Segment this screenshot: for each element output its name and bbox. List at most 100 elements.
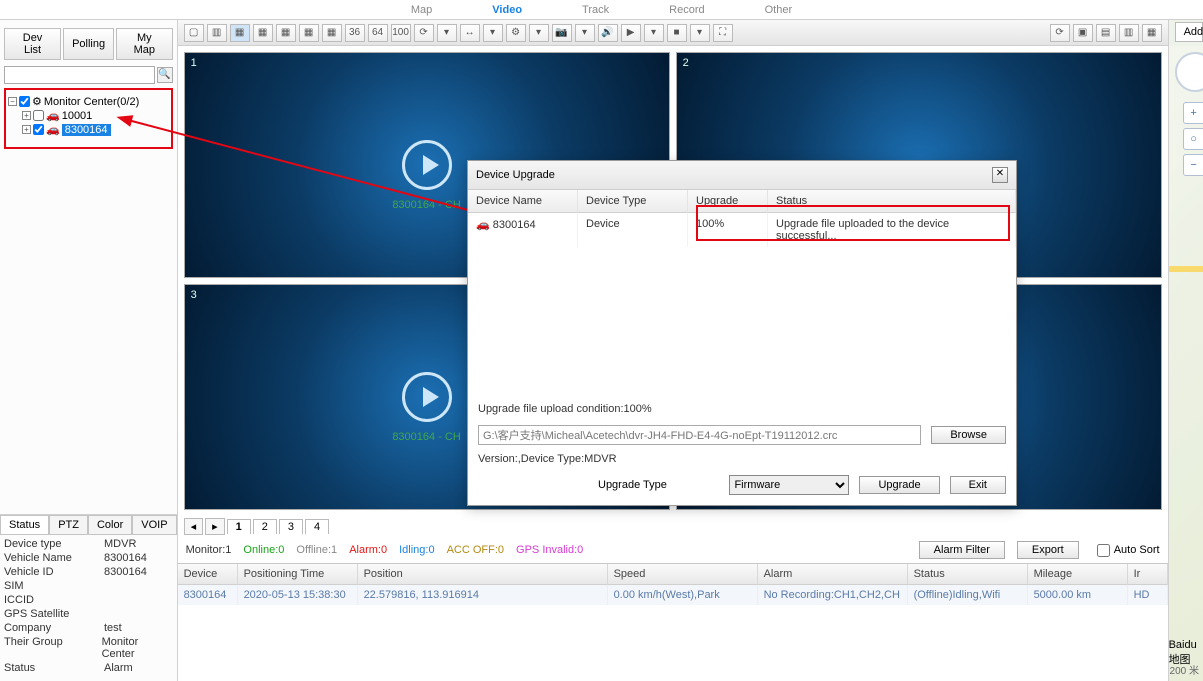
search-icon[interactable]: 🔍 bbox=[157, 67, 173, 83]
top-nav: Map Video Track Record Other bbox=[0, 0, 1203, 20]
layout-6-icon[interactable]: ▦ bbox=[253, 24, 273, 42]
collapse-icon[interactable]: − bbox=[8, 97, 17, 106]
col-alarm[interactable]: Alarm bbox=[758, 564, 908, 585]
dropdown-icon[interactable]: ▾ bbox=[483, 24, 503, 42]
tab-color[interactable]: Color bbox=[88, 515, 132, 534]
root-checkbox[interactable] bbox=[19, 96, 30, 107]
dropdown-icon[interactable]: ▾ bbox=[690, 24, 710, 42]
tool-d-icon[interactable]: ▥ bbox=[1119, 24, 1139, 42]
layout-36-icon[interactable]: 36 bbox=[345, 24, 365, 42]
table-row[interactable]: 8300164 2020-05-13 15:38:30 22.579816, 1… bbox=[178, 585, 1168, 605]
detail-key: Device type bbox=[4, 538, 104, 550]
dropdown-icon[interactable]: ▾ bbox=[437, 24, 457, 42]
address-box[interactable]: Address bbox=[1175, 22, 1203, 42]
layout-1-icon[interactable]: ▢ bbox=[184, 24, 204, 42]
viewtab-prev[interactable]: ◂ bbox=[184, 518, 204, 535]
upgrade-file-path[interactable] bbox=[478, 425, 921, 445]
zoom-reset-icon[interactable]: ○ bbox=[1183, 128, 1203, 150]
zoom-in-icon[interactable]: + bbox=[1183, 102, 1203, 124]
layout-4-icon[interactable]: ▦ bbox=[230, 24, 250, 42]
layout-8-icon[interactable]: ▦ bbox=[276, 24, 296, 42]
expand-icon[interactable]: + bbox=[22, 125, 31, 134]
upgrade-type-select[interactable]: Firmware bbox=[729, 475, 849, 495]
settings-icon[interactable]: ⚙ bbox=[506, 24, 526, 42]
device-search-input[interactable] bbox=[4, 66, 155, 84]
detail-val: MDVR bbox=[104, 538, 136, 550]
tree-root-label[interactable]: Monitor Center(0/2) bbox=[44, 96, 139, 108]
alarm-filter-button[interactable]: Alarm Filter bbox=[919, 541, 1005, 559]
autosort-checkbox[interactable] bbox=[1097, 544, 1110, 557]
tool-a-icon[interactable]: ⟳ bbox=[1050, 24, 1070, 42]
col-position[interactable]: Position bbox=[358, 564, 608, 585]
summary-accoff: ACC OFF:0 bbox=[447, 544, 504, 556]
detail-val: Alarm bbox=[104, 662, 133, 674]
tree-child-2[interactable]: 8300164 bbox=[62, 124, 111, 136]
expand-icon[interactable]: + bbox=[22, 111, 31, 120]
exit-button[interactable]: Exit bbox=[950, 476, 1006, 494]
nav-track[interactable]: Track bbox=[582, 4, 609, 16]
stretch-icon[interactable]: ↔ bbox=[460, 24, 480, 42]
col-status[interactable]: Status bbox=[908, 564, 1028, 585]
close-icon[interactable]: ✕ bbox=[992, 167, 1008, 183]
stop-icon[interactable]: ■ bbox=[667, 24, 687, 42]
play-icon[interactable]: ▶ bbox=[621, 24, 641, 42]
detail-val: 8300164 bbox=[104, 552, 147, 564]
col-ir[interactable]: Ir bbox=[1128, 564, 1168, 585]
dev2-checkbox[interactable] bbox=[33, 124, 44, 135]
summary-offline: Offline:1 bbox=[296, 544, 337, 556]
car-icon: 🚗 bbox=[46, 123, 60, 136]
export-button[interactable]: Export bbox=[1017, 541, 1079, 559]
col-mileage[interactable]: Mileage bbox=[1028, 564, 1128, 585]
layout-2v-icon[interactable]: ▥ bbox=[207, 24, 227, 42]
viewtab-3[interactable]: 3 bbox=[279, 519, 303, 534]
tab-polling[interactable]: Polling bbox=[63, 28, 114, 60]
nav-video[interactable]: Video bbox=[492, 4, 522, 16]
summary-idling: Idling:0 bbox=[399, 544, 434, 556]
dropdown-icon[interactable]: ▾ bbox=[644, 24, 664, 42]
audio-icon[interactable]: 🔊 bbox=[598, 24, 618, 42]
fullscreen-icon[interactable]: ⛶ bbox=[713, 24, 733, 42]
layout-16-icon[interactable]: ▦ bbox=[322, 24, 342, 42]
viewtab-4[interactable]: 4 bbox=[305, 519, 329, 534]
viewtab-next[interactable]: ▸ bbox=[205, 518, 225, 535]
viewtab-2[interactable]: 2 bbox=[253, 519, 277, 534]
dialog-title: Device Upgrade bbox=[476, 169, 555, 181]
gear-icon: ⚙ bbox=[32, 95, 42, 108]
upgrade-button[interactable]: Upgrade bbox=[859, 476, 939, 494]
refresh-icon[interactable]: ⟳ bbox=[414, 24, 434, 42]
snapshot-icon[interactable]: 📷 bbox=[552, 24, 572, 42]
tab-status[interactable]: Status bbox=[0, 515, 49, 534]
dropdown-icon[interactable]: ▾ bbox=[529, 24, 549, 42]
tab-devlist[interactable]: Dev List bbox=[4, 28, 61, 60]
dropdown-icon[interactable]: ▾ bbox=[575, 24, 595, 42]
layout-9-icon[interactable]: ▦ bbox=[299, 24, 319, 42]
dlg-col-upgrade: Upgrade bbox=[688, 190, 768, 213]
tab-voip[interactable]: VOIP bbox=[132, 515, 176, 534]
nav-other[interactable]: Other bbox=[765, 4, 793, 16]
col-speed[interactable]: Speed bbox=[608, 564, 758, 585]
nav-record[interactable]: Record bbox=[669, 4, 704, 16]
dlg-row[interactable]: 🚗 8300164 Device 100% Upgrade file uploa… bbox=[468, 213, 1016, 247]
detail-key: Their Group bbox=[4, 636, 102, 660]
col-device[interactable]: Device bbox=[178, 564, 238, 585]
tool-c-icon[interactable]: ▤ bbox=[1096, 24, 1116, 42]
tool-e-icon[interactable]: ▦ bbox=[1142, 24, 1162, 42]
nav-map[interactable]: Map bbox=[411, 4, 432, 16]
layout-64-icon[interactable]: 64 bbox=[368, 24, 388, 42]
col-postime[interactable]: Positioning Time bbox=[238, 564, 358, 585]
browse-button[interactable]: Browse bbox=[931, 426, 1006, 444]
dev1-checkbox[interactable] bbox=[33, 110, 44, 121]
map-canvas[interactable]: + ○ − 宝龙艺术中 上合社区 务中心 冠华育才学校 中洲购物中心 灵芝公园 … bbox=[1169, 46, 1203, 681]
viewtab-1[interactable]: 1 bbox=[227, 519, 251, 534]
layout-100-icon[interactable]: 100 bbox=[391, 24, 411, 42]
tab-ptz[interactable]: PTZ bbox=[49, 515, 88, 534]
compass-icon[interactable] bbox=[1175, 52, 1203, 92]
play-button-icon[interactable] bbox=[402, 372, 452, 422]
tool-b-icon[interactable]: ▣ bbox=[1073, 24, 1093, 42]
tree-child-1[interactable]: 10001 bbox=[62, 110, 93, 122]
device-details: Device typeMDVR Vehicle Name8300164 Vehi… bbox=[0, 534, 177, 677]
summary-monitor: Monitor:1 bbox=[186, 544, 232, 556]
tab-mymap[interactable]: My Map bbox=[116, 28, 172, 60]
zoom-out-icon[interactable]: − bbox=[1183, 154, 1203, 176]
play-button-icon[interactable] bbox=[402, 140, 452, 190]
